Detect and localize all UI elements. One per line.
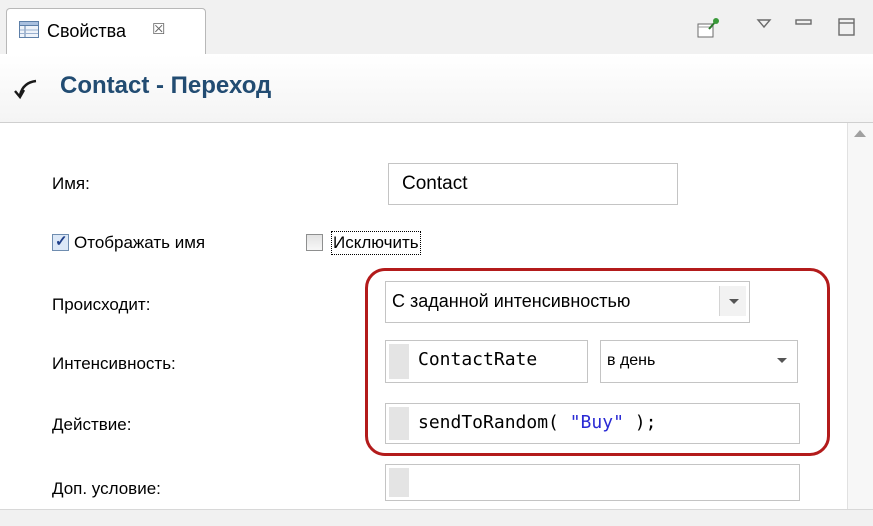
chevron-down-icon bbox=[729, 299, 739, 304]
guard-field-gutter bbox=[389, 468, 409, 497]
rate-field[interactable]: ContactRate bbox=[385, 340, 588, 383]
scroll-up-arrow-icon[interactable] bbox=[854, 130, 866, 137]
exclude-checkbox[interactable] bbox=[306, 234, 323, 251]
action-label: Действие: bbox=[52, 415, 132, 434]
checkmark-icon: ✓ bbox=[55, 233, 68, 250]
triggered-by-label: Происходит: bbox=[52, 295, 151, 314]
show-name-checkbox[interactable]: ✓ bbox=[52, 233, 69, 251]
name-value: Contact bbox=[402, 173, 468, 194]
close-icon[interactable]: ☒ bbox=[152, 20, 165, 38]
view-menu-icon[interactable] bbox=[752, 12, 776, 36]
rate-field-gutter bbox=[389, 344, 409, 379]
show-name-label[interactable]: Отображать имя bbox=[74, 233, 205, 253]
exclude-label[interactable]: Исключить bbox=[331, 231, 421, 255]
rate-value: ContactRate bbox=[418, 349, 538, 370]
maximize-icon[interactable] bbox=[835, 16, 859, 40]
action-field-gutter bbox=[389, 407, 409, 440]
guard-label: Доп. условие: bbox=[52, 479, 161, 498]
tab-properties[interactable]: Свойства ☒ bbox=[6, 8, 206, 54]
page-title: Contact - Переход bbox=[60, 72, 272, 99]
dropdown-button[interactable] bbox=[768, 345, 794, 375]
code-call-end: ); bbox=[623, 412, 657, 433]
name-field[interactable]: Contact bbox=[388, 163, 678, 205]
dropdown-button[interactable] bbox=[719, 286, 746, 316]
tab-label: Свойства bbox=[47, 21, 127, 41]
rate-unit-value: в день bbox=[607, 352, 656, 369]
vertical-scrollbar[interactable] bbox=[847, 123, 873, 509]
code-string-literal: "Buy" bbox=[569, 412, 624, 433]
rate-unit-dropdown[interactable]: в день bbox=[600, 340, 798, 383]
bottom-border bbox=[0, 509, 873, 526]
properties-icon bbox=[19, 21, 39, 38]
minimize-icon[interactable] bbox=[792, 12, 816, 36]
view-tab-bar: Свойства ☒ bbox=[0, 0, 873, 55]
triggered-by-value: С заданной интенсивностью bbox=[392, 291, 631, 311]
pin-icon[interactable] bbox=[696, 16, 720, 40]
properties-form: Имя: Contact ✓ Отображать имя Исключить … bbox=[0, 123, 847, 509]
rate-label: Интенсивность: bbox=[52, 354, 176, 373]
code-call: sendToRandom( bbox=[418, 412, 570, 433]
action-code: sendToRandom( "Buy" ); bbox=[418, 412, 656, 433]
transition-icon bbox=[14, 79, 37, 100]
triggered-by-dropdown[interactable]: С заданной интенсивностью bbox=[385, 281, 750, 323]
chevron-down-icon bbox=[777, 358, 787, 363]
action-code-field[interactable]: sendToRandom( "Buy" ); bbox=[385, 403, 800, 444]
properties-header: Contact - Переход bbox=[0, 54, 873, 123]
guard-code-field[interactable] bbox=[385, 464, 800, 501]
name-label: Имя: bbox=[52, 174, 90, 193]
